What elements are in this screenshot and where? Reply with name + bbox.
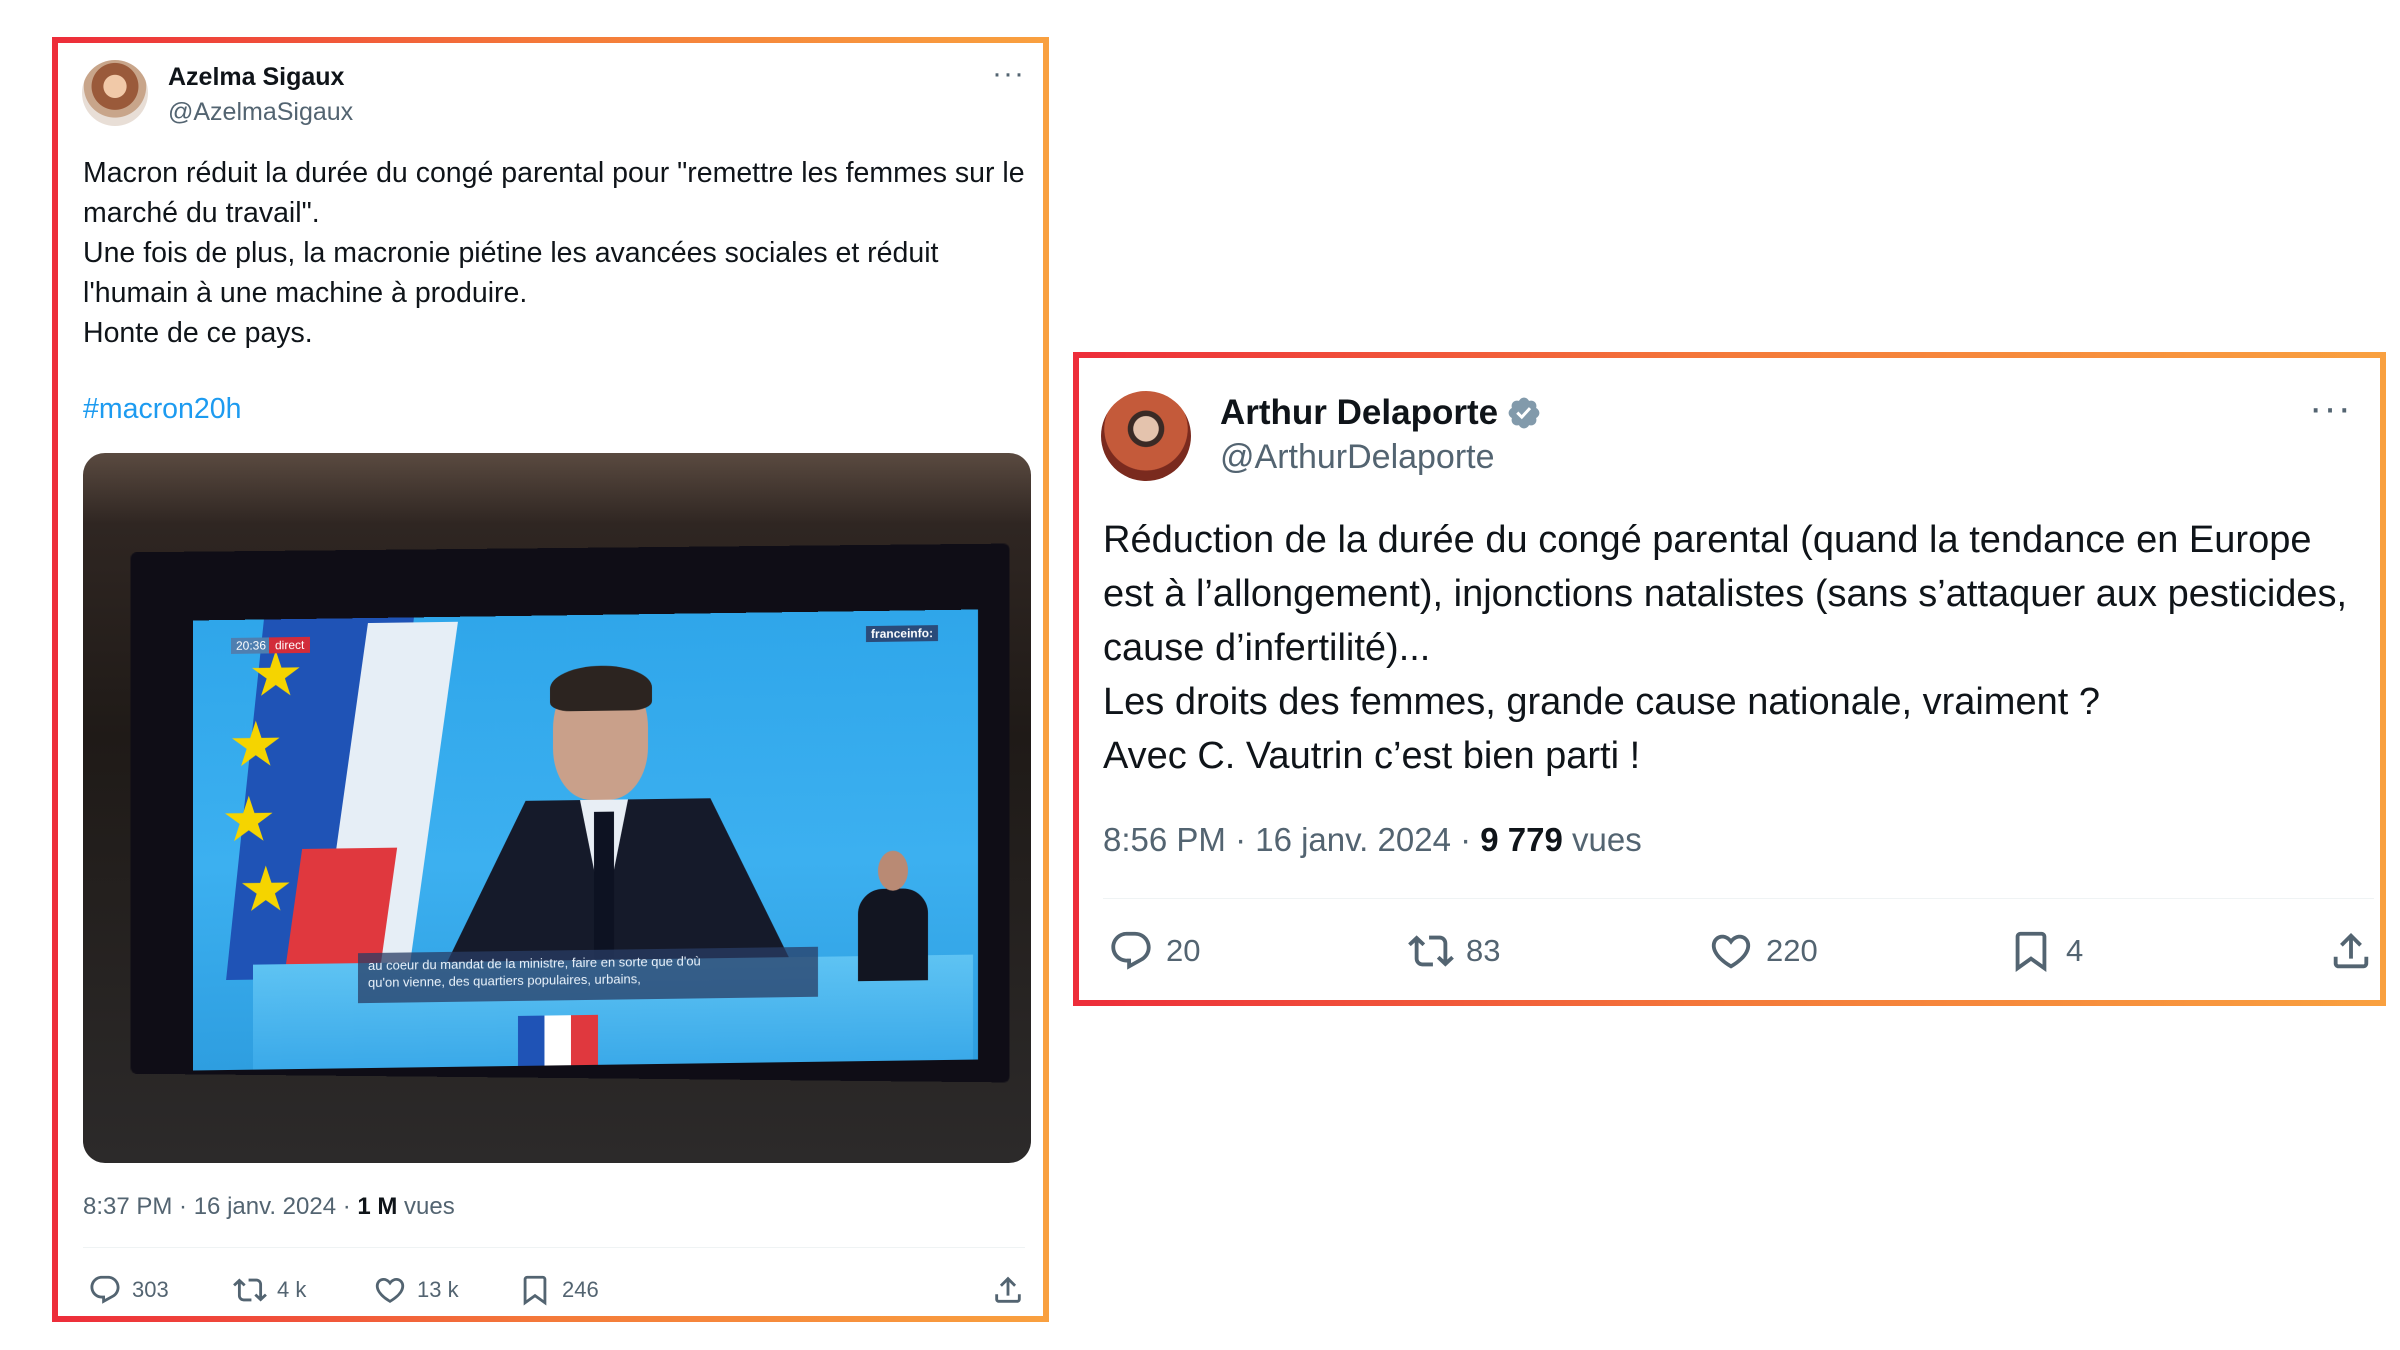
action-bar: 303 4 k 13 k 246 — [83, 1273, 1025, 1313]
divider — [1103, 898, 2374, 899]
tweet-meta: 8:37 PM · 16 janv. 2024 · 1 M vues — [83, 1193, 455, 1221]
tweet-card-1-highlight-frame: Azelma Sigaux @AzelmaSigaux ··· Macron r… — [52, 37, 1049, 1322]
like-icon — [375, 1277, 405, 1303]
eu-star-icon: ★ — [238, 855, 294, 925]
bookmark-icon — [2015, 931, 2047, 972]
display-name[interactable]: Azelma Sigaux — [168, 63, 344, 92]
share-icon — [2333, 932, 2369, 969]
views-label: vues — [1562, 821, 1642, 858]
like-icon — [1711, 934, 1751, 969]
like-count: 220 — [1766, 933, 1818, 968]
repost-button[interactable]: 4 k — [233, 1273, 306, 1307]
tweet-card[interactable]: Arthur Delaporte @ArthurDelaporte ··· Ré… — [1079, 358, 2380, 1000]
repost-button[interactable]: 83 — [1408, 928, 1500, 974]
bookmark-count: 4 — [2066, 933, 2084, 968]
broadcast-time-badge: 20:36 — [231, 637, 272, 654]
display-name-text: Arthur Delaporte — [1220, 393, 1499, 432]
more-icon[interactable]: ··· — [2309, 388, 2352, 428]
live-badge: direct — [269, 636, 311, 654]
share-button[interactable] — [2328, 928, 2374, 974]
display-name[interactable]: Arthur Delaporte — [1220, 393, 1542, 433]
lectern-flag — [518, 1014, 598, 1066]
handle[interactable]: @AzelmaSigaux — [168, 98, 353, 127]
reply-button[interactable]: 20 — [1108, 928, 1200, 974]
repost-count: 83 — [1466, 933, 1501, 968]
tweet-text: Macron réduit la durée du congé parental… — [83, 157, 1025, 349]
avatar[interactable] — [82, 60, 148, 126]
more-icon[interactable]: ··· — [992, 59, 1025, 89]
tv-screen: ★ ★ ★ ★ 20:36 direct franceinfo: au coeu… — [193, 609, 978, 1071]
channel-logo: franceinfo: — [865, 625, 938, 643]
repost-icon — [233, 1278, 267, 1302]
reply-count: 303 — [132, 1277, 169, 1302]
timestamp[interactable]: 8:37 PM · 16 janv. 2024 · — [83, 1193, 357, 1220]
hashtag-link[interactable]: #macron20h — [83, 393, 241, 426]
tweet-meta: 8:56 PM · 16 janv. 2024 · 9 779 vues — [1103, 821, 1642, 859]
reply-count: 20 — [1166, 933, 1201, 968]
bookmark-count: 246 — [562, 1277, 599, 1302]
views-count: 9 779 — [1480, 821, 1563, 858]
bookmark-button[interactable]: 4 — [2008, 928, 2083, 974]
share-button[interactable] — [991, 1273, 1025, 1307]
tweet-card[interactable]: Azelma Sigaux @AzelmaSigaux ··· Macron r… — [58, 43, 1043, 1316]
avatar[interactable] — [1101, 391, 1191, 481]
repost-icon — [1408, 935, 1454, 967]
sign-language-interpreter — [858, 850, 928, 982]
handle[interactable]: @ArthurDelaporte — [1220, 438, 1495, 477]
broadcast-subtitle: au coeur du mandat de la ministre, faire… — [358, 946, 818, 1004]
share-icon — [995, 1276, 1021, 1303]
bookmark-icon — [523, 1275, 547, 1306]
timestamp[interactable]: 8:56 PM · 16 janv. 2024 · — [1103, 821, 1480, 858]
like-button[interactable]: 13 k — [373, 1273, 459, 1307]
like-button[interactable]: 220 — [1708, 928, 1818, 974]
action-bar: 20 83 220 4 — [1103, 928, 2374, 978]
tweet-text: Réduction de la durée du congé parental … — [1103, 519, 2348, 777]
tweet-photo[interactable]: ★ ★ ★ ★ 20:36 direct franceinfo: au coeu… — [83, 453, 1031, 1163]
eu-star-icon: ★ — [228, 710, 284, 780]
divider — [83, 1247, 1025, 1248]
tweet-card-2-highlight-frame: Arthur Delaporte @ArthurDelaporte ··· Ré… — [1073, 352, 2386, 1006]
reply-button[interactable]: 303 — [88, 1273, 169, 1307]
views-label: vues — [397, 1193, 455, 1220]
views-count: 1 M — [357, 1193, 398, 1220]
bookmark-button[interactable]: 246 — [518, 1273, 599, 1307]
eu-star-icon: ★ — [221, 785, 277, 856]
verified-badge-icon[interactable] — [1506, 395, 1542, 431]
like-count: 13 k — [417, 1277, 459, 1302]
reply-icon — [1111, 931, 1151, 970]
reply-icon — [90, 1275, 120, 1304]
repost-count: 4 k — [277, 1277, 307, 1302]
